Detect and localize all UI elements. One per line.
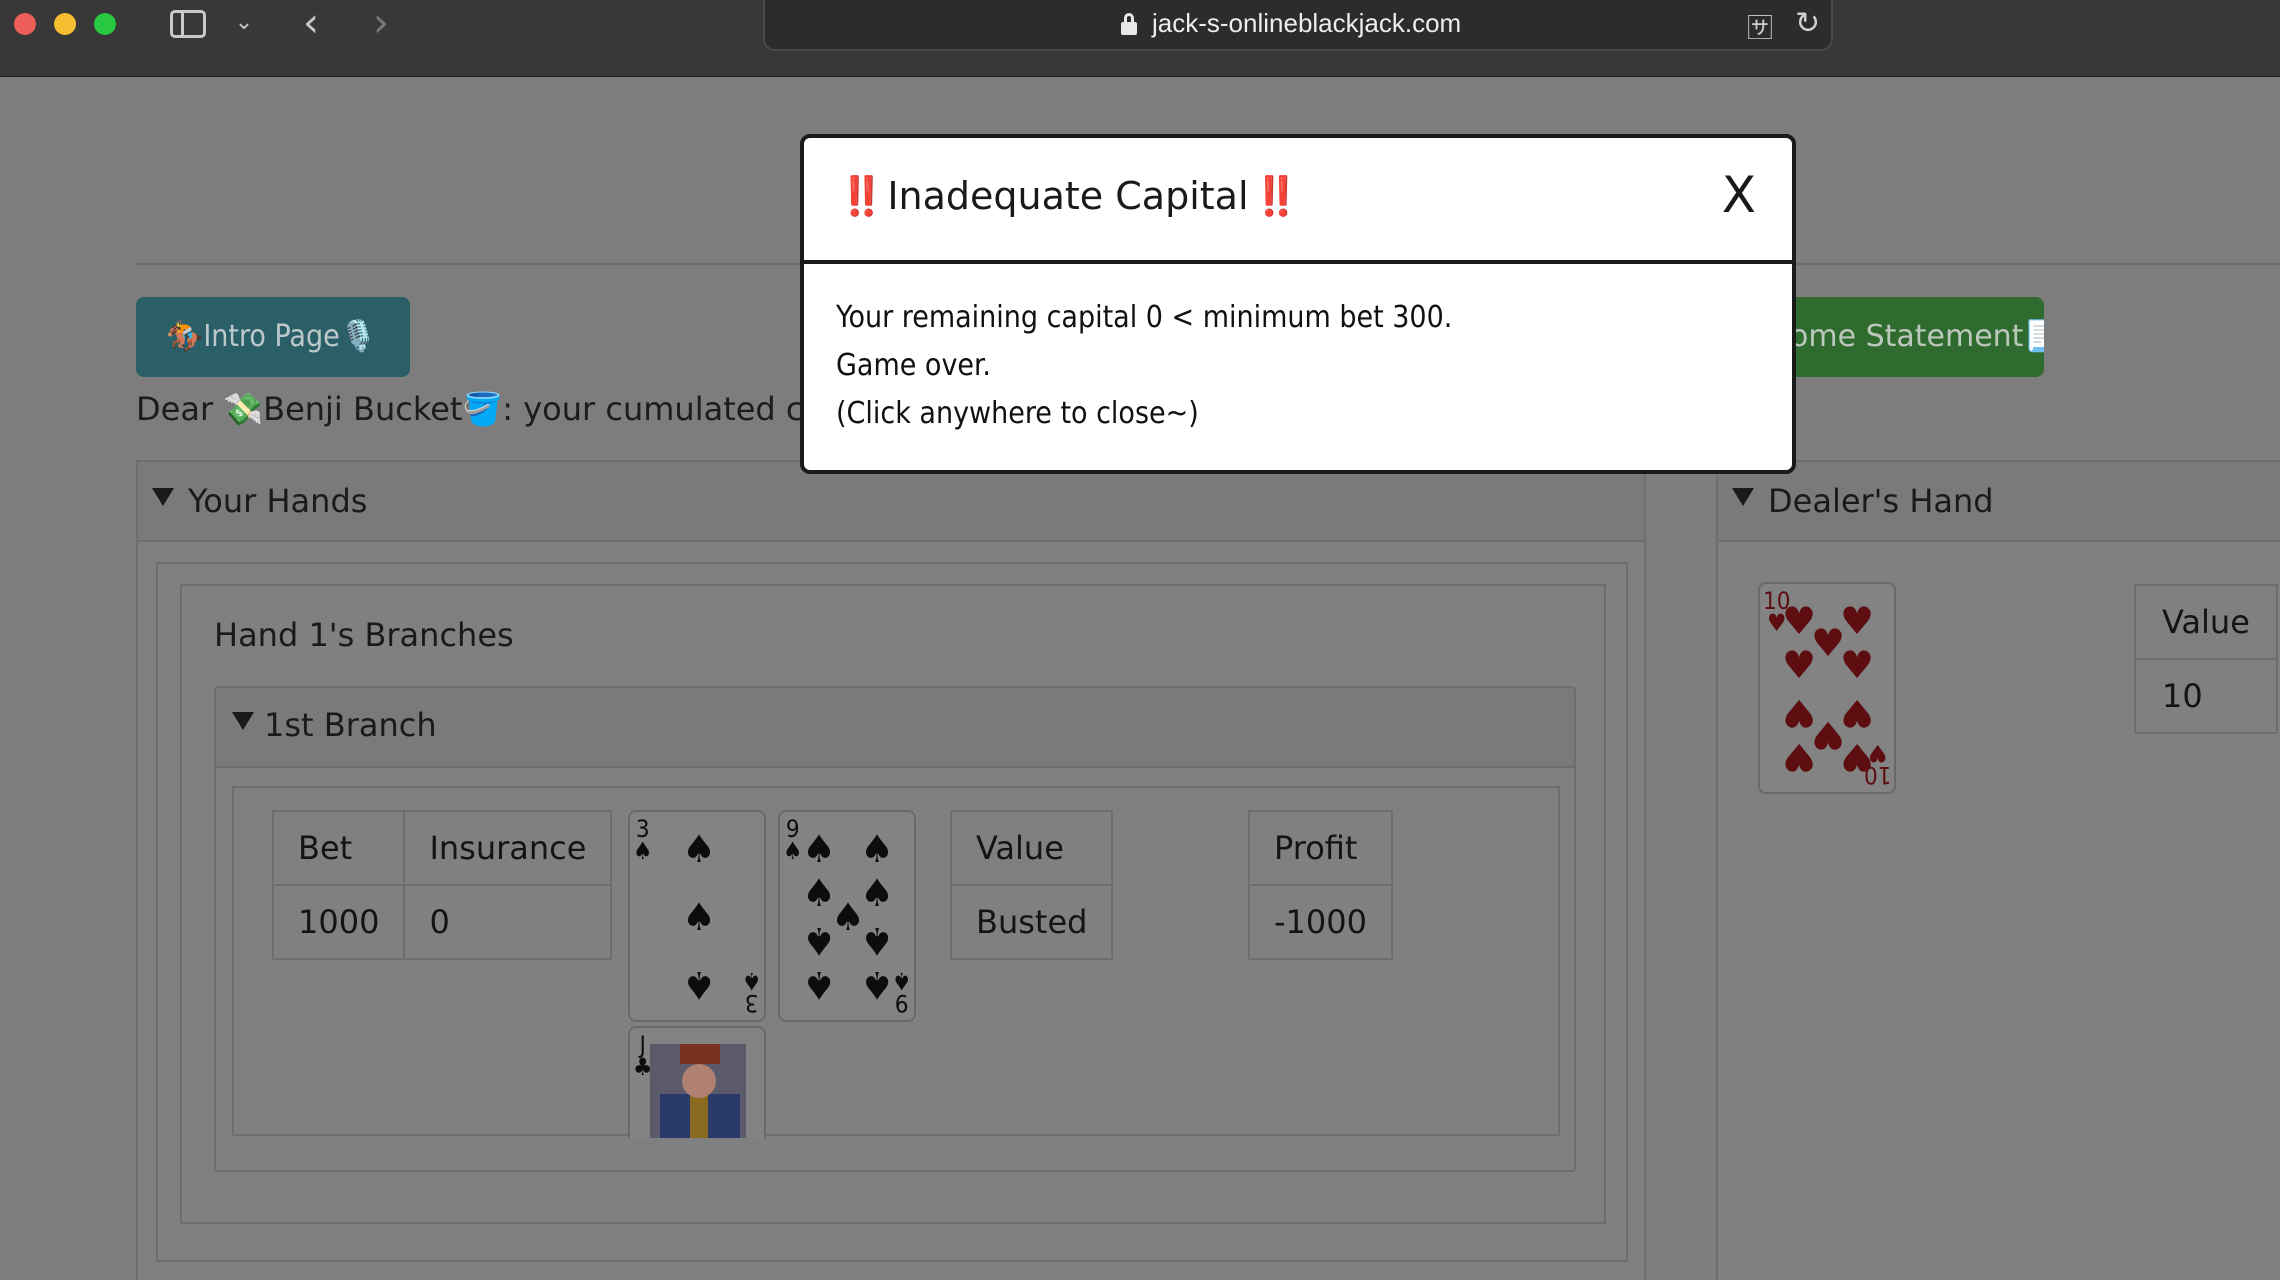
spade-icon: ♠: [802, 827, 837, 871]
reload-icon[interactable]: ↻: [1795, 6, 1820, 41]
profit-header: Profit: [1248, 810, 1393, 886]
your-hands-title: Your Hands: [188, 482, 368, 520]
card-corner: 3 ♠: [633, 815, 653, 865]
intro-page-button[interactable]: 🏇Intro Page🎙️: [136, 297, 410, 377]
browser-toolbar: ⌄ ‹ › jack-s-onlineblackjack.com 🈂 ↻: [0, 0, 2280, 77]
double-exclamation-icon: ‼️: [1252, 174, 1300, 218]
jack-face-image: [650, 1044, 746, 1138]
card-9-spades: 9 ♠ ♠ ♠ ♠ ♠ ♠ ♠ ♠ ♠ ♠ 9 ♠: [778, 810, 916, 1022]
modal-message-game-over: Game over.: [836, 348, 991, 383]
dealer-value-header: Value: [2134, 584, 2278, 660]
your-hands-header[interactable]: Your Hands: [138, 462, 1644, 542]
dealer-value: 10: [2134, 658, 2278, 734]
lock-icon: [1121, 13, 1137, 35]
hand-1-container: Hand 1's Branches 1st Branch Bet Insuran…: [180, 584, 1606, 1224]
card-corner: 9 ♠: [783, 815, 803, 865]
bet-table: Bet Insurance 1000 0: [271, 810, 613, 960]
spade-icon: ♠: [682, 963, 717, 1007]
card-corner: 9 ♠: [891, 967, 911, 1017]
insurance-value: 0: [403, 884, 613, 960]
spade-icon: ♠: [802, 963, 837, 1007]
bet-value: 1000: [271, 884, 406, 960]
maximize-window-button[interactable]: [94, 13, 116, 35]
translate-icon[interactable]: 🈂: [1747, 8, 1773, 45]
disclosure-triangle-icon[interactable]: [1732, 488, 1754, 506]
card-10-hearts: 10 ♥ ♥ ♥ ♥ ♥ ♥ ♥ ♥ ♥ ♥ ♥ 10 ♥: [1758, 582, 1896, 794]
dealer-hand-panel: Dealer's Hand 10 ♥ ♥ ♥ ♥ ♥ ♥ ♥ ♥ ♥ ♥ ♥ 10…: [1716, 460, 2280, 1280]
address-bar[interactable]: jack-s-onlineblackjack.com 🈂 ↻: [763, 0, 1833, 51]
your-hands-panel: Your Hands Hand 1's Branches 1st Branch …: [136, 460, 1646, 1280]
spade-icon: ♠: [860, 963, 895, 1007]
forward-icon[interactable]: ›: [366, 3, 396, 43]
spade-icon: ♠: [682, 895, 717, 939]
modal-title: ‼️ Inadequate Capital ‼️: [838, 174, 1300, 219]
modal-close-button[interactable]: X: [1722, 166, 1756, 224]
modal-message-capital: Your remaining capital 0 < minimum bet 3…: [836, 300, 1453, 335]
branch-panel: 1st Branch Bet Insurance 1000 0 3 ♠ ♠ ♠ …: [214, 686, 1576, 1172]
heart-icon: ♥: [1840, 643, 1875, 687]
bet-header: Bet: [271, 810, 406, 886]
modal-header: ‼️ Inadequate Capital ‼️ X: [804, 138, 1792, 264]
heart-icon: ♥: [1840, 599, 1875, 643]
heart-icon: ♥: [1840, 691, 1875, 735]
modal-message-close-hint: (Click anywhere to close~): [836, 396, 1199, 431]
heart-icon: ♥: [1782, 643, 1817, 687]
hand-title: Hand 1's Branches: [214, 616, 514, 654]
spade-icon: ♠: [860, 919, 895, 963]
back-icon[interactable]: ‹: [296, 3, 326, 43]
greeting-text: Dear 💸Benji Bucket🪣: your cumulated capi…: [136, 390, 894, 428]
inadequate-capital-modal[interactable]: ‼️ Inadequate Capital ‼️ X Your remaining …: [800, 134, 1796, 474]
insurance-header: Insurance: [403, 810, 613, 886]
sidebar-icon[interactable]: [168, 6, 208, 40]
modal-body: Your remaining capital 0 < minimum bet 3…: [836, 294, 1452, 438]
close-window-button[interactable]: [14, 13, 36, 35]
profit-table: Profit -1000: [1248, 810, 1393, 960]
modal-title-text: Inadequate Capital: [887, 174, 1249, 218]
dealer-hand-title: Dealer's Hand: [1768, 482, 1994, 520]
double-exclamation-icon: ‼️: [838, 174, 885, 218]
spade-icon: ♠: [802, 919, 837, 963]
disclosure-triangle-icon[interactable]: [232, 712, 254, 730]
dealer-value-table: Value 10: [2134, 584, 2278, 734]
branch-header[interactable]: 1st Branch: [216, 688, 1574, 768]
card-corner: 10 ♥: [1863, 739, 1891, 789]
heart-icon: ♥: [1782, 735, 1817, 779]
dealer-hand-header[interactable]: Dealer's Hand: [1718, 462, 2280, 542]
spade-icon: ♠: [860, 827, 895, 871]
income-statement-button[interactable]: ome Statement📃: [1790, 297, 2044, 377]
minimize-window-button[interactable]: [54, 13, 76, 35]
chevron-down-icon[interactable]: ⌄: [232, 6, 256, 40]
branch-body: Bet Insurance 1000 0 3 ♠ ♠ ♠ ♠ 3 ♠ 9 ♠ ♠…: [232, 786, 1560, 1138]
value-table: Value Busted: [949, 810, 1114, 960]
card-3-spades: 3 ♠ ♠ ♠ ♠ 3 ♠: [628, 810, 766, 1022]
card-jack-clubs: J ♣: [628, 1026, 766, 1138]
hands-container: Hand 1's Branches 1st Branch Bet Insuran…: [156, 562, 1628, 1262]
value-header: Value: [949, 810, 1114, 886]
hand-value: Busted: [949, 884, 1114, 960]
url-text[interactable]: jack-s-onlineblackjack.com: [1152, 8, 1461, 39]
profit-value: -1000: [1248, 884, 1393, 960]
branch-title: 1st Branch: [264, 706, 437, 744]
spade-icon: ♠: [682, 827, 717, 871]
card-corner: 3 ♠: [741, 967, 761, 1017]
spade-icon: ♠: [860, 871, 895, 915]
disclosure-triangle-icon[interactable]: [152, 488, 174, 506]
